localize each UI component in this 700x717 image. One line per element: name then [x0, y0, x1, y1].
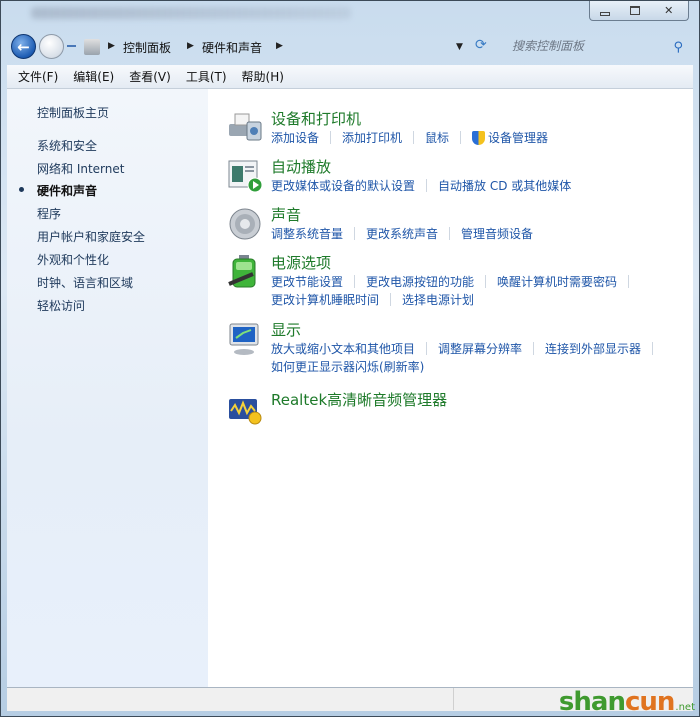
control-panel-icon [84, 39, 100, 55]
link-divider [413, 131, 415, 144]
link-connect-external-display[interactable]: 连接到外部显示器 [545, 340, 641, 357]
category-links: 添加设备 添加打印机 鼠标 设备管理器 [271, 129, 548, 147]
breadcrumb-chevron-icon[interactable]: ▶ [108, 41, 115, 51]
recent-pages-dropdown[interactable] [67, 45, 76, 47]
link-fix-monitor-flicker[interactable]: 如何更正显示器闪烁(刷新率) [271, 358, 424, 375]
category-title[interactable]: 电源选项 [271, 252, 331, 273]
link-change-sleep-time[interactable]: 更改计算机睡眠时间 [271, 291, 379, 308]
link-change-power-saving[interactable]: 更改节能设置 [271, 273, 343, 290]
link-divider [533, 342, 535, 355]
link-divider [426, 342, 428, 355]
uac-shield-icon [472, 130, 486, 145]
menu-tools[interactable]: 工具(T) [186, 68, 227, 85]
monitor-icon [229, 323, 259, 355]
menu-view[interactable]: 查看(V) [129, 68, 171, 85]
link-power-button-function[interactable]: 更改电源按钮的功能 [366, 273, 474, 290]
sidebar-item-appearance[interactable]: 外观和个性化 [37, 251, 109, 268]
watermark-text-2: cun [624, 687, 675, 717]
site-watermark: shan cun .net [559, 684, 699, 716]
link-add-device[interactable]: 添加设备 [271, 129, 319, 146]
watermark-suffix: .net [675, 702, 695, 713]
category-title[interactable]: 声音 [271, 204, 301, 225]
control-panel-window: ✕ ← ▶ 控制面板 ▶ 硬件和声音 ▶ ▼ ⟳ 搜索控制面板 ⚲ 文件(F) … [0, 0, 700, 717]
menu-edit[interactable]: 编辑(E) [73, 68, 114, 85]
link-adjust-volume[interactable]: 调整系统音量 [271, 225, 343, 242]
link-divider [460, 131, 462, 144]
sidebar-item-ease-of-access[interactable]: 轻松访问 [37, 297, 85, 314]
category-links: 放大或缩小文本和其他项目 调整屏幕分辨率 连接到外部显示器 如何更正显示器闪烁(… [271, 340, 664, 376]
minimize-icon [599, 11, 610, 16]
speaker-icon [229, 208, 261, 240]
category-title[interactable]: 设备和打印机 [271, 108, 361, 129]
breadcrumb-control-panel[interactable]: 控制面板 [123, 39, 171, 56]
link-divider [426, 179, 428, 192]
link-autoplay-cd[interactable]: 自动播放 CD 或其他媒体 [438, 177, 571, 194]
sidebar-item-network[interactable]: 网络和 Internet [37, 160, 124, 177]
category-title[interactable]: Realtek高清晰音频管理器 [271, 389, 447, 410]
sidebar-item-programs[interactable]: 程序 [37, 205, 61, 222]
category-links: 调整系统音量 更改系统声音 管理音频设备 [271, 225, 533, 243]
link-divider [485, 275, 487, 288]
realtek-audio-icon [229, 399, 262, 425]
sidebar-item-system-security[interactable]: 系统和安全 [37, 137, 97, 154]
search-input[interactable]: 搜索控制面板 ⚲ [501, 35, 691, 57]
refresh-icon[interactable]: ⟳ [475, 37, 487, 53]
link-divider [354, 227, 356, 240]
back-button[interactable]: ← [11, 34, 36, 59]
caption-buttons: ✕ [589, 1, 689, 21]
search-placeholder: 搜索控制面板 [512, 39, 585, 53]
sidebar-home[interactable]: 控制面板主页 [37, 104, 109, 121]
menu-file[interactable]: 文件(F) [18, 68, 58, 85]
category-title[interactable]: 显示 [271, 319, 301, 340]
printer-icon [229, 113, 262, 141]
link-divider [652, 342, 654, 355]
link-require-password-on-wake[interactable]: 唤醒计算机时需要密码 [497, 273, 617, 290]
breadcrumb-hardware-sound[interactable]: 硬件和声音 [202, 39, 262, 56]
link-device-manager[interactable]: 设备管理器 [472, 129, 548, 146]
link-change-media-defaults[interactable]: 更改媒体或设备的默认设置 [271, 177, 415, 194]
category-links: 更改节能设置 更改电源按钮的功能 唤醒计算机时需要密码 更改计算机睡眠时间 选择… [271, 273, 640, 309]
sidebar: 控制面板主页 系统和安全 网络和 Internet 硬件和声音 程序 用户帐户和… [7, 89, 208, 687]
minimize-button[interactable] [590, 1, 620, 20]
close-icon: ✕ [664, 4, 674, 17]
maximize-icon [629, 6, 640, 15]
back-arrow-icon: ← [17, 37, 30, 56]
category-title[interactable]: 自动播放 [271, 156, 331, 177]
breadcrumb-chevron-icon[interactable]: ▶ [187, 41, 194, 51]
link-add-printer[interactable]: 添加打印机 [342, 129, 402, 146]
active-bullet-icon [19, 187, 24, 192]
battery-icon [228, 255, 256, 288]
window-title-blurred [31, 7, 351, 19]
link-divider [330, 131, 332, 144]
sidebar-item-hardware-sound[interactable]: 硬件和声音 [37, 182, 97, 199]
status-divider [453, 688, 454, 710]
content-area: 控制面板主页 系统和安全 网络和 Internet 硬件和声音 程序 用户帐户和… [7, 89, 693, 687]
close-button[interactable]: ✕ [649, 1, 688, 20]
link-divider [628, 275, 630, 288]
menu-bar: 文件(F) 编辑(E) 查看(V) 工具(T) 帮助(H) [7, 65, 693, 89]
sidebar-item-clock-language[interactable]: 时钟、语言和区域 [37, 274, 133, 291]
link-mouse[interactable]: 鼠标 [425, 129, 449, 146]
category-links: 更改媒体或设备的默认设置 自动播放 CD 或其他媒体 [271, 177, 571, 195]
link-change-sounds[interactable]: 更改系统声音 [366, 225, 438, 242]
title-bar[interactable]: ✕ [1, 1, 699, 27]
autoplay-icon [228, 160, 263, 193]
address-dropdown-icon[interactable]: ▼ [456, 42, 463, 52]
sidebar-item-user-accounts[interactable]: 用户帐户和家庭安全 [37, 228, 145, 245]
link-resize-text[interactable]: 放大或缩小文本和其他项目 [271, 340, 415, 357]
link-divider [390, 293, 392, 306]
search-icon[interactable]: ⚲ [673, 37, 683, 59]
link-manage-audio-devices[interactable]: 管理音频设备 [461, 225, 533, 242]
link-choose-power-plan[interactable]: 选择电源计划 [402, 291, 474, 308]
menu-help[interactable]: 帮助(H) [242, 68, 284, 85]
address-bar: ← ▶ 控制面板 ▶ 硬件和声音 ▶ ▼ ⟳ 搜索控制面板 ⚲ [1, 29, 699, 63]
link-divider [354, 275, 356, 288]
link-divider [449, 227, 451, 240]
watermark-text-1: shan [558, 687, 626, 717]
link-device-manager-label: 设备管理器 [488, 131, 549, 145]
forward-button[interactable] [39, 34, 64, 59]
link-adjust-resolution[interactable]: 调整屏幕分辨率 [438, 340, 522, 357]
maximize-button[interactable] [620, 1, 650, 20]
breadcrumb-chevron-icon[interactable]: ▶ [276, 41, 283, 51]
